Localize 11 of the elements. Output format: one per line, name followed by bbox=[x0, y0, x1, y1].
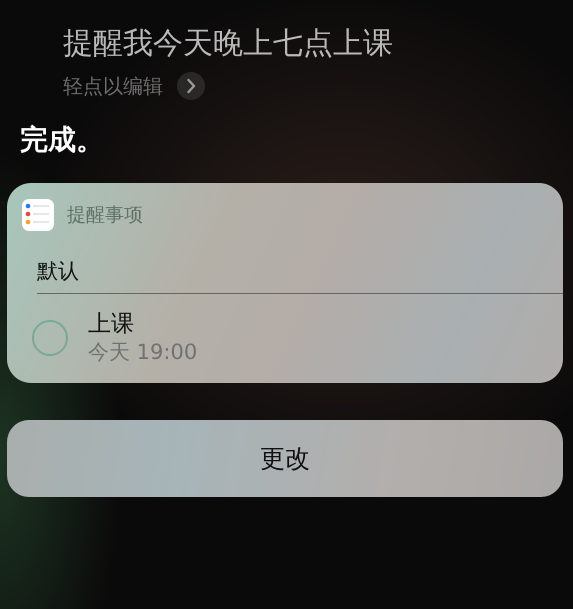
query-text: 提醒我今天晚上七点上课 bbox=[63, 25, 394, 63]
edit-hint[interactable]: 轻点以编辑 bbox=[63, 72, 163, 100]
reminders-app-icon bbox=[22, 199, 54, 231]
app-name: 提醒事项 bbox=[67, 203, 143, 228]
response-text: 完成。 bbox=[20, 122, 105, 158]
reminder-title: 上课 bbox=[88, 310, 135, 338]
reminder-due-time: 今天 19:00 bbox=[88, 339, 198, 366]
list-name: 默认 bbox=[37, 257, 563, 294]
chevron-right-icon[interactable] bbox=[177, 72, 205, 100]
reminder-checkbox[interactable] bbox=[32, 320, 68, 356]
change-button[interactable]: 更改 bbox=[7, 420, 563, 497]
